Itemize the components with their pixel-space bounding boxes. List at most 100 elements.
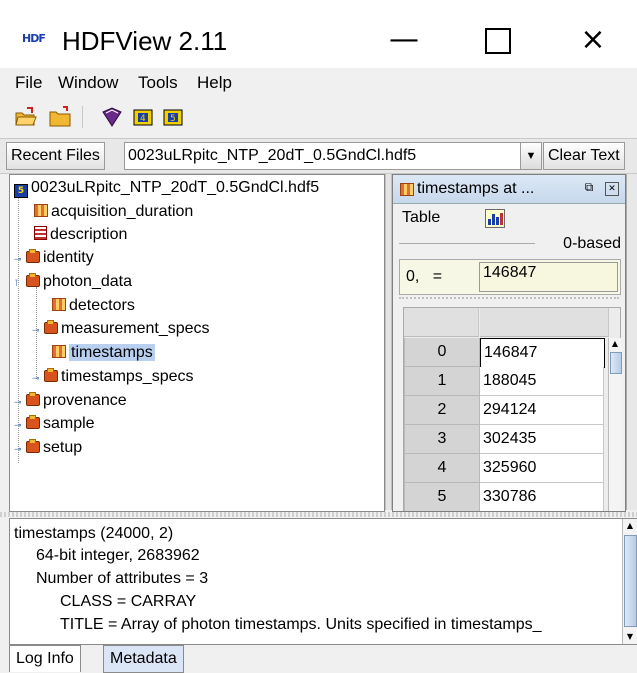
tree-item-timestamps-specs[interactable]: ⊸ timestamps_specs <box>32 366 194 388</box>
close-folder-icon <box>49 106 71 127</box>
cell-value-row: 0, = 146847 <box>399 259 621 295</box>
table-row[interactable]: 3 302435 <box>404 425 608 454</box>
table-cell[interactable]: 302435 <box>480 425 604 454</box>
maximize-button[interactable] <box>478 22 518 58</box>
tab-log-info[interactable]: Log Info <box>9 645 81 672</box>
expand-icon[interactable]: ⊸ <box>14 438 24 460</box>
expand-icon[interactable]: ⊸ <box>32 367 42 389</box>
folder-icon <box>26 249 40 263</box>
divider <box>399 243 535 244</box>
chart-icon[interactable] <box>485 209 505 228</box>
table-row[interactable]: 2 294124 <box>404 396 608 425</box>
tree-item-label: acquisition_duration <box>51 203 194 220</box>
folder-icon <box>26 439 40 453</box>
row-index: 2 <box>404 396 480 425</box>
column-header[interactable] <box>480 308 609 337</box>
clear-text-button[interactable]: Clear Text <box>543 142 625 170</box>
dataset-table-window: timestamps at ... ⧉ ✕ Table 0-based 0, =… <box>392 174 626 512</box>
scroll-thumb[interactable] <box>610 352 622 374</box>
collapse-icon[interactable]: ⊺ <box>14 272 24 294</box>
cell-position-label: 0, = <box>406 268 443 285</box>
info-line: Number of attributes = 3 <box>36 570 209 587</box>
table-row[interactable]: 0 146847 <box>404 338 608 368</box>
tree-item-setup[interactable]: ⊸ setup <box>14 437 82 459</box>
tree-item-measurement-specs[interactable]: ⊸ measurement_specs <box>32 318 210 340</box>
metadata-info-pane[interactable]: timestamps (24000, 2) 64-bit integer, 26… <box>9 518 637 645</box>
help-book-button[interactable] <box>100 106 124 128</box>
divider <box>399 297 619 299</box>
table-row[interactable]: 4 325960 <box>404 454 608 483</box>
row-header-corner <box>404 308 479 337</box>
tab-metadata[interactable]: Metadata <box>103 645 184 673</box>
tree-item-label: sample <box>43 415 95 432</box>
window-title: HDFView 2.11 <box>62 26 228 56</box>
scroll-thumb[interactable] <box>624 535 637 627</box>
row-index: 0 <box>404 338 480 367</box>
vertical-splitter[interactable] <box>385 174 392 510</box>
menu-window[interactable]: Window <box>58 73 118 93</box>
table-cell[interactable]: 188045 <box>480 367 604 396</box>
svg-text:5: 5 <box>170 114 176 124</box>
close-icon[interactable]: ✕ <box>605 182 619 196</box>
open-file-button[interactable] <box>14 106 38 128</box>
folder-icon <box>26 415 40 429</box>
menu-help[interactable]: Help <box>197 73 232 93</box>
hdf5-icon: 5 <box>163 109 183 126</box>
info-line: 64-bit integer, 2683962 <box>36 547 200 564</box>
dataset-icon <box>400 183 414 196</box>
tree-item-identity[interactable]: ⊸ identity <box>14 247 94 269</box>
table-row[interactable]: 1 188045 <box>404 367 608 396</box>
tree-item-provenance[interactable]: ⊸ provenance <box>14 390 127 412</box>
menu-tools[interactable]: Tools <box>138 73 178 93</box>
tree-item-acquisition-duration[interactable]: acquisition_duration <box>34 201 193 223</box>
info-scrollbar[interactable]: ▲ ▼ <box>622 519 637 644</box>
tree-root[interactable]: 5 0023uLRpitc_NTP_20dT_0.5GndCl.hdf5 <box>14 177 319 199</box>
tree-item-timestamps[interactable]: timestamps <box>52 342 155 364</box>
tree-item-detectors[interactable]: detectors <box>52 295 135 317</box>
index-base-label: 0-based <box>563 235 621 252</box>
row-index: 5 <box>404 483 480 511</box>
cell-value-field[interactable]: 146847 <box>479 262 618 292</box>
table-row[interactable]: 5 330786 <box>404 483 608 511</box>
tree-item-sample[interactable]: ⊸ sample <box>14 413 95 435</box>
hdf5-library-button[interactable]: 5 <box>162 106 186 128</box>
menu-file[interactable]: File <box>15 73 42 93</box>
text-dataset-icon <box>34 226 47 240</box>
menu-table[interactable]: Table <box>402 209 440 227</box>
table-cell[interactable]: 146847 <box>480 338 605 368</box>
table-cell[interactable]: 325960 <box>480 454 604 483</box>
toolbar-separator <box>82 106 83 128</box>
close-button[interactable]: × <box>573 22 613 58</box>
minimize-button[interactable]: — <box>384 22 424 58</box>
tree-item-photon-data[interactable]: ⊺ photon_data <box>14 271 132 293</box>
expand-icon[interactable]: ⊸ <box>14 248 24 270</box>
row-index: 4 <box>404 454 480 483</box>
hdf4-library-button[interactable]: 4 <box>132 106 156 128</box>
tree-item-description[interactable]: description <box>34 224 127 246</box>
svg-text:4: 4 <box>140 114 146 124</box>
recent-files-button[interactable]: Recent Files <box>6 142 105 170</box>
chevron-down-icon[interactable]: ▼ <box>520 143 541 169</box>
file-tree[interactable]: 5 0023uLRpitc_NTP_20dT_0.5GndCl.hdf5 acqu… <box>9 174 385 512</box>
close-file-button[interactable] <box>48 106 72 128</box>
dataset-window-titlebar[interactable]: timestamps at ... ⧉ ✕ <box>393 175 625 204</box>
folder-icon <box>26 392 40 406</box>
expand-icon[interactable]: ⊸ <box>32 319 42 341</box>
hdf-logo-icon: HDF <box>22 32 46 45</box>
recent-files-combo[interactable]: 0023uLRpitc_NTP_20dT_0.5GndCl.hdf5 ▼ <box>124 142 542 170</box>
scroll-up-icon[interactable]: ▲ <box>609 338 621 350</box>
table-scrollbar[interactable]: ▲ <box>608 338 622 511</box>
info-line: timestamps (24000, 2) <box>14 525 174 542</box>
horizontal-splitter[interactable] <box>0 512 637 517</box>
detach-icon[interactable]: ⧉ <box>583 181 595 194</box>
recent-files-bar: Recent Files 0023uLRpitc_NTP_20dT_0.5Gnd… <box>0 138 637 174</box>
maximize-icon <box>485 28 511 54</box>
expand-icon[interactable]: ⊸ <box>14 414 24 436</box>
tree-item-label: setup <box>43 439 83 456</box>
scroll-up-icon[interactable]: ▲ <box>623 519 637 533</box>
recent-file-value: 0023uLRpitc_NTP_20dT_0.5GndCl.hdf5 <box>128 147 417 164</box>
table-cell[interactable]: 330786 <box>480 483 604 511</box>
scroll-down-icon[interactable]: ▼ <box>623 630 637 644</box>
expand-icon[interactable]: ⊸ <box>14 391 24 413</box>
table-cell[interactable]: 294124 <box>480 396 604 425</box>
